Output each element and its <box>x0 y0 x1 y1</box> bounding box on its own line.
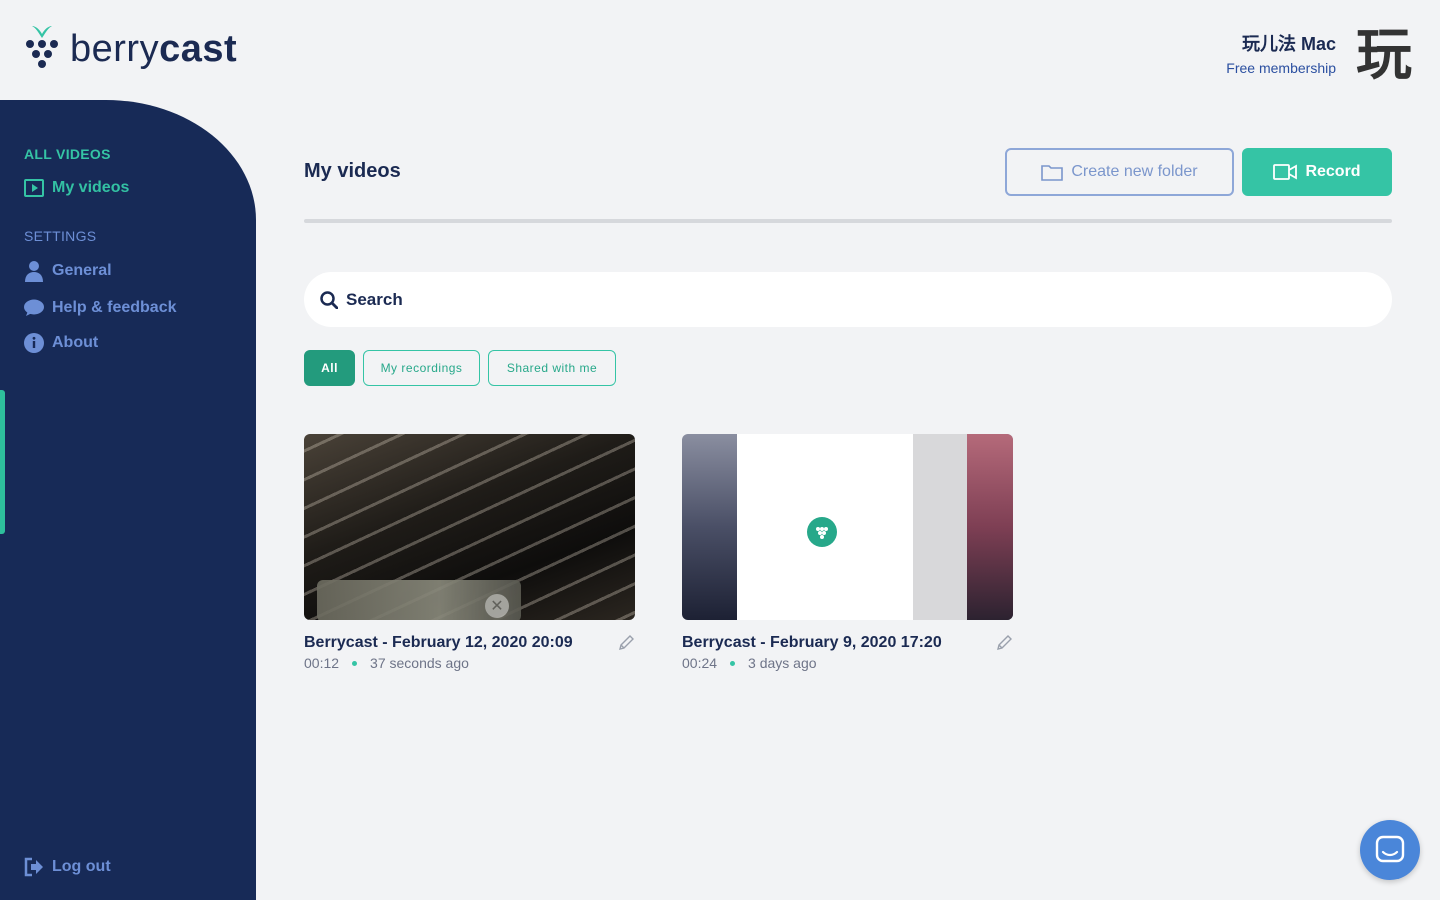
video-thumbnail[interactable] <box>682 434 1013 620</box>
sidebar-item-general[interactable]: General <box>24 261 112 282</box>
berry-logo-icon <box>26 26 58 68</box>
sidebar-item-label: Help & feedback <box>52 299 177 316</box>
video-camera-icon <box>1273 164 1298 180</box>
close-icon: ✕ <box>485 594 509 618</box>
search-icon <box>320 290 338 309</box>
video-duration: 00:24 <box>682 655 718 671</box>
meta-separator <box>352 660 358 666</box>
scroll-indicator <box>0 390 5 534</box>
logout-icon <box>24 857 44 877</box>
record-label: Record <box>1305 163 1361 180</box>
sidebar-item-label: General <box>52 262 112 279</box>
berrycast-logo[interactable]: berrycast <box>24 24 237 74</box>
chat-icon <box>1375 835 1405 863</box>
video-meta: 00:24 3 days ago <box>682 655 1013 671</box>
sidebar-item-label: My videos <box>52 179 130 196</box>
chat-launcher-button[interactable] <box>1360 820 1420 880</box>
video-duration: 00:12 <box>304 655 340 671</box>
membership-label: Free membership <box>1226 60 1336 76</box>
sidebar-item-label: Log out <box>52 858 111 875</box>
sidebar-item-about[interactable]: About <box>24 333 98 353</box>
user-icon <box>24 261 44 282</box>
sidebar: ALL VIDEOS My videos SETTINGS General He… <box>0 100 256 900</box>
video-title[interactable]: Berrycast - February 12, 2020 20:09 <box>304 634 635 652</box>
create-folder-label: Create new folder <box>1071 163 1198 180</box>
video-thumbnail[interactable]: ✕ <box>304 434 635 620</box>
thumbnail-overlay: ✕ <box>317 580 521 620</box>
page-title: My videos <box>304 160 401 182</box>
pencil-icon[interactable] <box>617 634 635 652</box>
sidebar-item-help[interactable]: Help & feedback <box>24 298 176 318</box>
sidebar-item-my-videos[interactable]: My videos <box>24 178 129 198</box>
filter-all[interactable]: All <box>304 350 355 386</box>
video-title[interactable]: Berrycast - February 9, 2020 17:20 <box>682 634 1013 652</box>
video-age: 37 seconds ago <box>370 655 469 671</box>
search-bar[interactable] <box>304 272 1392 327</box>
section-heading-settings: SETTINGS <box>24 228 97 244</box>
sidebar-item-label: About <box>52 334 99 351</box>
filter-my-recordings[interactable]: My recordings <box>363 350 480 386</box>
thumbnail-panel <box>913 434 967 620</box>
section-heading-all-videos: ALL VIDEOS <box>24 146 111 162</box>
folder-icon <box>1041 165 1064 181</box>
video-list-icon <box>24 178 44 198</box>
pencil-icon[interactable] <box>995 634 1013 652</box>
video-card[interactable]: ✕ Berrycast - February 12, 2020 20:09 00… <box>304 434 635 671</box>
header-divider <box>304 219 1392 223</box>
search-input[interactable] <box>346 289 1246 310</box>
thumbnail-panel <box>967 434 1013 620</box>
video-age: 3 days ago <box>748 655 817 671</box>
chat-bubble-icon <box>24 298 44 318</box>
sidebar-item-logout[interactable]: Log out <box>24 857 111 877</box>
berry-logo-icon <box>807 517 837 547</box>
filter-shared-with-me[interactable]: Shared with me <box>488 350 616 386</box>
logo-wordmark: berrycast <box>70 28 238 70</box>
video-meta: 00:12 37 seconds ago <box>304 655 635 671</box>
user-name: 玩儿法 Mac <box>1241 34 1336 54</box>
user-info[interactable]: 玩儿法 Mac Free membership <box>1226 30 1336 76</box>
record-button[interactable]: Record <box>1242 148 1392 196</box>
create-folder-button[interactable]: Create new folder <box>1005 148 1234 196</box>
avatar[interactable]: 玩 <box>1352 18 1416 88</box>
meta-separator <box>730 660 736 666</box>
video-card[interactable]: Berrycast - February 9, 2020 17:20 00:24… <box>682 434 1013 671</box>
info-icon <box>24 333 44 353</box>
